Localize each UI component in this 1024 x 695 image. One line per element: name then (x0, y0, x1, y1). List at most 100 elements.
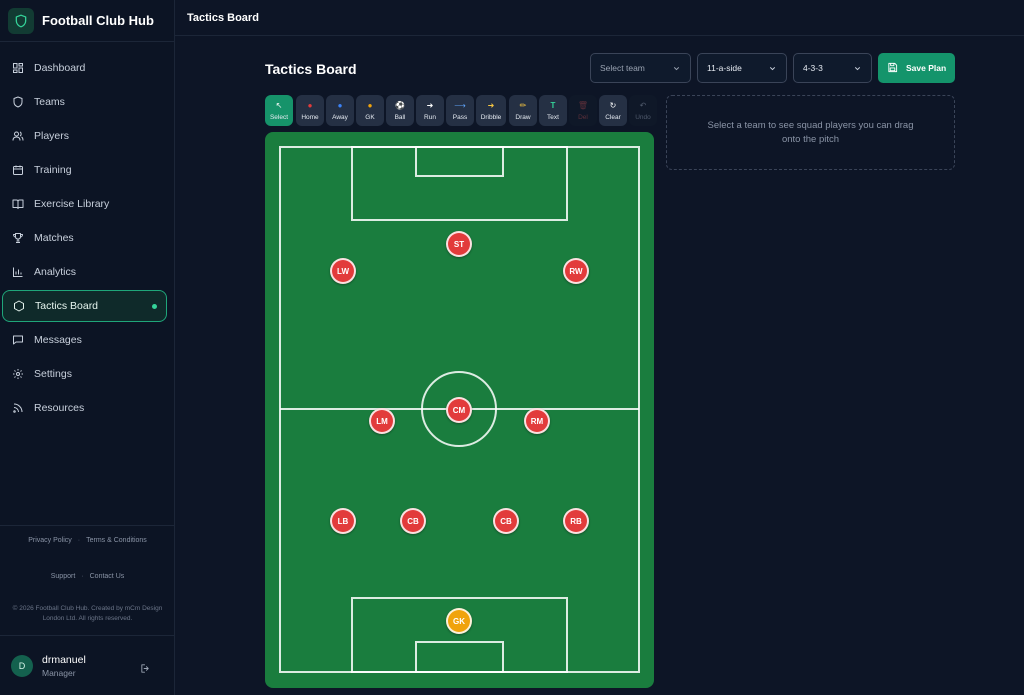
sidebar-item-label: Settings (34, 368, 72, 380)
player-marker-rm[interactable]: RM (524, 408, 550, 434)
terms-link[interactable]: Terms & Conditions (86, 537, 147, 544)
tool-ball-button[interactable]: ⚽ Ball (386, 95, 414, 126)
tool-select-button[interactable]: ↖ Select (265, 95, 293, 126)
text-icon: T (550, 101, 556, 110)
users-icon (11, 129, 25, 143)
link-separator: · (81, 573, 84, 580)
sidebar-item-players[interactable]: Players (2, 120, 173, 152)
sidebar-item-exercise-library[interactable]: Exercise Library (2, 188, 173, 220)
dashboard-icon (11, 61, 25, 75)
shield-icon (11, 95, 25, 109)
team-select[interactable]: Select team (590, 53, 691, 83)
squad-hint-text: Select a team to see squad players you c… (707, 119, 914, 145)
player-marker-rb[interactable]: RB (563, 508, 589, 534)
sidebar-item-label: Training (34, 164, 72, 176)
player-marker-lb[interactable]: LB (330, 508, 356, 534)
tool-label: Draw (515, 113, 531, 121)
sidebar-item-settings[interactable]: Settings (2, 358, 173, 390)
sidebar-item-resources[interactable]: Resources (2, 392, 173, 424)
player-marker-cm[interactable]: CM (446, 397, 472, 423)
chevron-down-icon (768, 64, 777, 75)
goalkeeper-dot-icon: ● (367, 101, 373, 110)
player-marker-lm[interactable]: LM (369, 408, 395, 434)
sidebar-item-label: Analytics (34, 266, 77, 278)
tool-clear-button[interactable]: ↻ Clear (599, 95, 627, 126)
active-indicator-dot (152, 304, 157, 309)
shield-logo-icon (8, 7, 34, 34)
player-marker-cb[interactable]: CB (400, 508, 426, 534)
formation-select-value: 4-3-3 (803, 63, 823, 73)
sidebar-item-label: Players (34, 130, 70, 142)
formation-select[interactable]: 4-3-3 (793, 53, 872, 83)
refresh-icon: ↻ (609, 101, 617, 110)
top-bar-title: Tactics Board (187, 11, 259, 24)
calendar-icon (11, 163, 25, 177)
ball-icon: ⚽ (395, 101, 405, 110)
chevron-down-icon (853, 64, 862, 75)
team-select-value: Select team (600, 63, 645, 73)
sidebar: Football Club Hub Dashboard Teams Player… (0, 0, 175, 695)
tool-undo-button[interactable]: ↶ Undo (629, 95, 657, 126)
sidebar-item-label: Matches (34, 232, 74, 244)
tool-run-button[interactable]: ➜ Run (416, 95, 444, 126)
sidebar-item-analytics[interactable]: Analytics (2, 256, 173, 288)
player-marker-cb[interactable]: CB (493, 508, 519, 534)
legal-links: Privacy Policy · Terms & Conditions (0, 537, 175, 544)
save-plan-button[interactable]: Save Plan (878, 53, 955, 83)
sidebar-item-label: Resources (34, 402, 85, 414)
tool-label: Dribble (480, 113, 502, 121)
support-link[interactable]: Support (51, 573, 76, 580)
tool-delete-button[interactable]: 🗑 Del (569, 95, 597, 126)
top-bar: Tactics Board (175, 0, 1024, 36)
sidebar-item-label: Teams (34, 96, 65, 108)
tool-home-button[interactable]: ● Home (296, 95, 324, 126)
pencil-icon: ✏ (519, 101, 527, 110)
cursor-icon: ↖ (275, 101, 283, 110)
tool-gk-button[interactable]: ● GK (356, 95, 384, 126)
user-role: Manager (42, 667, 76, 678)
sidebar-item-messages[interactable]: Messages (2, 324, 173, 356)
sidebar-item-matches[interactable]: Matches (2, 222, 173, 254)
avatar: D (11, 654, 33, 677)
sidebar-item-tactics-board[interactable]: Tactics Board (2, 290, 167, 322)
page-title: Tactics Board (265, 61, 357, 77)
tool-dribble-button[interactable]: ➜ Dribble (476, 95, 506, 126)
tool-away-button[interactable]: ● Away (326, 95, 354, 126)
player-marker-gk[interactable]: GK (446, 608, 472, 634)
sidebar-item-teams[interactable]: Teams (2, 86, 173, 118)
player-marker-rw[interactable]: RW (563, 258, 589, 284)
tool-label: Away (332, 113, 348, 121)
tool-label: GK (365, 113, 375, 121)
copyright-text: © 2026 Football Club Hub. Created by mCm… (12, 605, 163, 622)
privacy-policy-link[interactable]: Privacy Policy (28, 537, 72, 544)
sidebar-item-training[interactable]: Training (2, 154, 173, 186)
squad-drop-panel: Select a team to see squad players you c… (666, 95, 955, 170)
tool-label: Home (301, 113, 319, 121)
rss-icon (11, 401, 25, 415)
tool-label: Del (578, 113, 588, 121)
sidebar-nav: Dashboard Teams Players Training Exercis… (0, 52, 175, 426)
tactics-pitch[interactable]: ST LW RW CM LM RM LB CB CB RB GK (265, 132, 654, 688)
brand[interactable]: Football Club Hub (0, 0, 174, 42)
player-marker-lw[interactable]: LW (330, 258, 356, 284)
format-select-value: 11-a-side (707, 63, 742, 73)
tool-label: Run (424, 113, 436, 121)
tool-pass-button[interactable]: ⟶ Pass (446, 95, 474, 126)
tool-draw-button[interactable]: ✏ Draw (509, 95, 537, 126)
book-icon (11, 197, 25, 211)
format-select[interactable]: 11-a-side (697, 53, 787, 83)
logout-icon[interactable] (140, 661, 151, 679)
player-marker-st[interactable]: ST (446, 231, 472, 257)
sidebar-item-label: Dashboard (34, 62, 86, 74)
user-profile[interactable]: D drmanuel Manager (0, 635, 175, 695)
message-icon (11, 333, 25, 347)
undo-icon: ↶ (639, 101, 647, 110)
save-plan-label: Save Plan (906, 63, 947, 73)
sidebar-item-dashboard[interactable]: Dashboard (2, 52, 173, 84)
contact-link[interactable]: Contact Us (90, 573, 125, 580)
user-name: drmanuel (42, 653, 86, 666)
sidebar-item-label: Exercise Library (34, 198, 110, 210)
tool-text-button[interactable]: T Text (539, 95, 567, 126)
gear-icon (11, 367, 25, 381)
trash-icon: 🗑 (577, 101, 589, 110)
